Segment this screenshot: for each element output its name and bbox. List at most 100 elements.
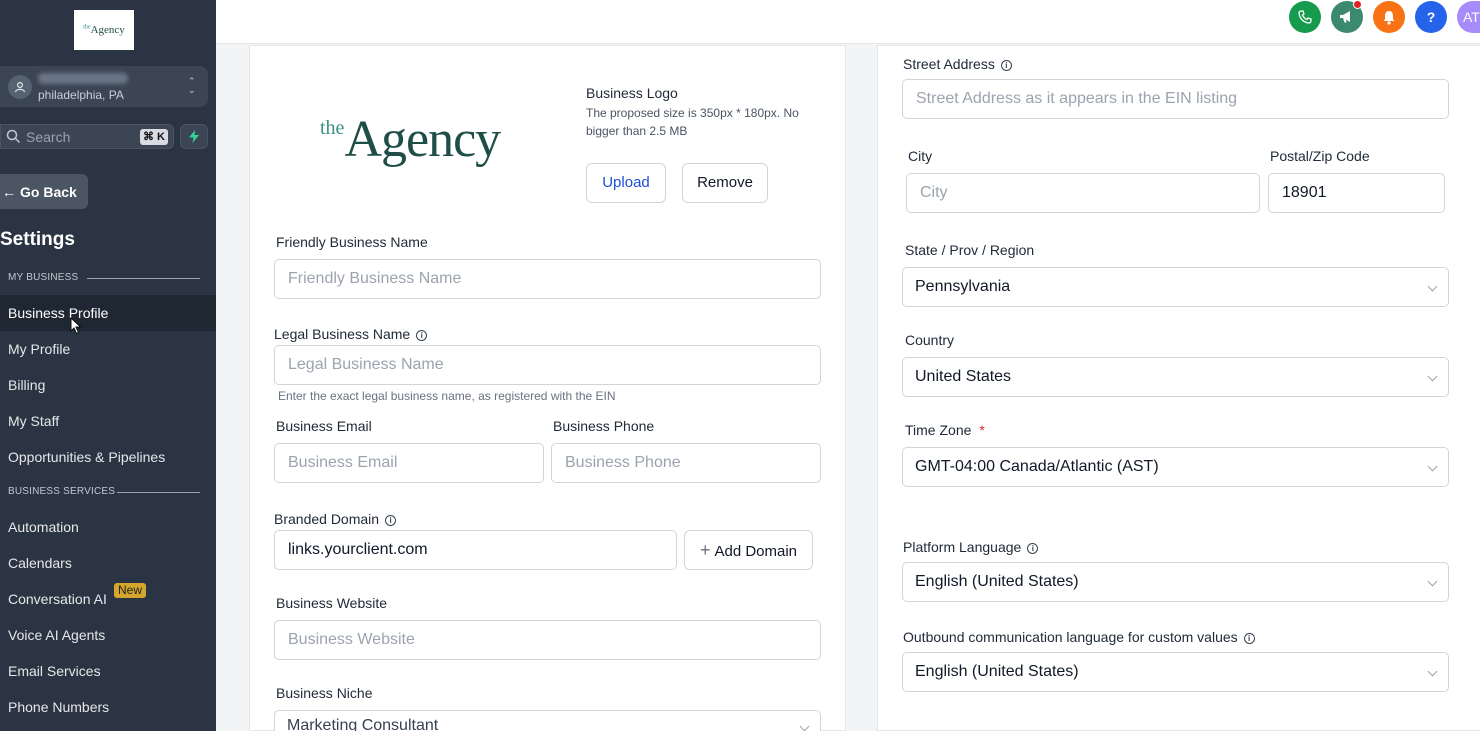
location-icon bbox=[8, 75, 32, 99]
arrow-left-icon: ← bbox=[2, 183, 16, 200]
megaphone-icon bbox=[1340, 11, 1350, 23]
business-website-label: Business Website bbox=[276, 595, 388, 611]
location-name-redacted bbox=[38, 73, 128, 84]
country-label: Country bbox=[905, 332, 955, 348]
legal-name-input[interactable]: Legal Business Name bbox=[274, 345, 821, 385]
timezone-value: GMT-04:00 Canada/Atlantic (AST) bbox=[915, 458, 1159, 475]
notifications-button[interactable] bbox=[1373, 1, 1405, 33]
new-badge: New bbox=[114, 583, 147, 598]
sidebar-item-my-profile[interactable]: My Profile bbox=[0, 331, 216, 367]
search-placeholder: Search bbox=[26, 129, 71, 145]
sidebar-item-email-services[interactable]: Email Services bbox=[0, 653, 216, 689]
info-icon[interactable]: i bbox=[1243, 633, 1255, 644]
street-address-label: Street Address i bbox=[903, 56, 1012, 72]
avatar-initials: AT bbox=[1463, 9, 1480, 25]
add-domain-label: Add Domain bbox=[714, 543, 798, 560]
timezone-label: Time Zone * bbox=[905, 422, 985, 438]
sidebar-item-billing[interactable]: Billing bbox=[0, 367, 216, 403]
settings-title: Settings bbox=[0, 229, 75, 250]
sidebar-item-voice-ai-agents[interactable]: Voice AI Agents bbox=[0, 617, 216, 653]
sidebar-item-calendars[interactable]: Calendars bbox=[0, 545, 216, 581]
chevron-updown-icon: ⌃ ⌄ bbox=[188, 76, 196, 95]
legal-name-label-text: Legal Business Name bbox=[274, 326, 411, 342]
outbound-language-value: English (United States) bbox=[915, 663, 1079, 680]
quick-actions-button[interactable] bbox=[180, 124, 208, 149]
business-niche-label: Business Niche bbox=[276, 685, 373, 701]
logo-text: Agency bbox=[344, 111, 501, 168]
info-icon[interactable]: i bbox=[1027, 543, 1039, 554]
divider bbox=[87, 278, 200, 279]
bell-icon bbox=[1383, 10, 1395, 25]
chevron-down-icon bbox=[1427, 371, 1438, 382]
business-logo-description: The proposed size is 350px * 180px. No b… bbox=[586, 106, 799, 138]
business-website-input[interactable]: Business Website bbox=[274, 620, 821, 660]
sidebar: theAgency philadelphia, PA ⌃ ⌄ Search ⌘ K… bbox=[0, 0, 216, 731]
state-select[interactable]: Pennsylvania bbox=[902, 267, 1449, 307]
sidebar-item-my-staff[interactable]: My Staff bbox=[0, 403, 216, 439]
logo-text: Agency bbox=[90, 24, 125, 36]
city-input[interactable]: City bbox=[906, 173, 1260, 213]
section-my-business: MY BUSINESS bbox=[8, 272, 79, 283]
phone-icon bbox=[1298, 10, 1312, 24]
search-icon bbox=[6, 129, 21, 144]
business-logo-preview: theAgency bbox=[320, 110, 501, 169]
business-email-input[interactable]: Business Email bbox=[274, 443, 544, 483]
info-icon[interactable]: i bbox=[416, 330, 428, 341]
business-niche-value: Marketing Consultant bbox=[287, 717, 439, 731]
chevron-down-icon bbox=[1427, 461, 1438, 472]
business-logo-title: Business Logo bbox=[586, 85, 678, 101]
platform-language-select[interactable]: English (United States) bbox=[902, 562, 1449, 602]
legal-name-hint: Enter the exact legal business name, as … bbox=[278, 389, 616, 403]
branded-domain-label-text: Branded Domain bbox=[274, 511, 380, 527]
required-mark: * bbox=[979, 422, 985, 438]
add-domain-button[interactable]: + Add Domain bbox=[684, 530, 813, 570]
info-icon[interactable]: i bbox=[385, 515, 397, 526]
business-email-label: Business Email bbox=[276, 418, 372, 434]
plus-icon: + bbox=[699, 540, 711, 560]
friendly-name-input[interactable]: Friendly Business Name bbox=[274, 259, 821, 299]
search-shortcut: ⌘ K bbox=[140, 129, 168, 145]
location-switcher[interactable]: philadelphia, PA ⌃ ⌄ bbox=[0, 66, 208, 107]
sidebar-item-conversation-ai[interactable]: Conversation AI bbox=[0, 581, 216, 617]
country-value: United States bbox=[915, 368, 1012, 385]
chevron-down-icon bbox=[1427, 666, 1438, 677]
phone-button[interactable] bbox=[1289, 1, 1321, 33]
search-input[interactable]: Search ⌘ K bbox=[0, 124, 174, 149]
go-back-label: Go Back bbox=[20, 183, 77, 200]
sidebar-item-automation[interactable]: Automation bbox=[0, 509, 216, 545]
location-city: philadelphia, PA bbox=[38, 88, 124, 102]
logo-prefix: the bbox=[83, 24, 91, 31]
chevron-down-icon bbox=[799, 721, 810, 731]
outbound-language-select[interactable]: English (United States) bbox=[902, 652, 1449, 692]
branded-domain-label: Branded Domain i bbox=[274, 511, 397, 527]
state-value: Pennsylvania bbox=[915, 278, 1011, 295]
section-business-services: BUSINESS SERVICES bbox=[8, 486, 116, 497]
business-phone-input[interactable]: Business Phone bbox=[551, 443, 821, 483]
business-phone-label: Business Phone bbox=[553, 418, 655, 434]
help-button[interactable]: ? bbox=[1415, 1, 1447, 33]
agency-logo[interactable]: theAgency bbox=[74, 10, 134, 50]
country-select[interactable]: United States bbox=[902, 357, 1449, 397]
platform-language-label-text: Platform Language bbox=[903, 539, 1022, 555]
logo-prefix: the bbox=[320, 117, 345, 139]
sidebar-item-opportunities[interactable]: Opportunities & Pipelines bbox=[0, 439, 216, 475]
sidebar-item-phone-numbers[interactable]: Phone Numbers bbox=[0, 689, 216, 725]
remove-button[interactable]: Remove bbox=[682, 163, 768, 203]
sidebar-item-business-profile[interactable]: Business Profile bbox=[0, 295, 216, 331]
platform-language-value: English (United States) bbox=[915, 573, 1079, 590]
chevron-down-icon bbox=[1427, 576, 1438, 587]
street-address-input[interactable]: Street Address as it appears in the EIN … bbox=[902, 79, 1449, 119]
friendly-name-label: Friendly Business Name bbox=[276, 234, 428, 250]
info-icon[interactable]: i bbox=[1000, 60, 1012, 71]
outbound-language-label-text: Outbound communication language for cust… bbox=[903, 629, 1238, 645]
upload-button[interactable]: Upload bbox=[586, 163, 666, 203]
business-niche-select[interactable]: Marketing Consultant bbox=[274, 710, 821, 731]
platform-language-label: Platform Language i bbox=[903, 539, 1039, 555]
notification-dot bbox=[1353, 0, 1362, 9]
go-back-button[interactable]: ← Go Back bbox=[0, 174, 88, 209]
timezone-select[interactable]: GMT-04:00 Canada/Atlantic (AST) bbox=[902, 447, 1449, 487]
street-address-label-text: Street Address bbox=[903, 56, 995, 72]
mouse-cursor-icon bbox=[70, 317, 82, 335]
zip-input[interactable]: 18901 bbox=[1268, 173, 1445, 213]
branded-domain-input[interactable]: links.yourclient.com bbox=[274, 530, 677, 570]
